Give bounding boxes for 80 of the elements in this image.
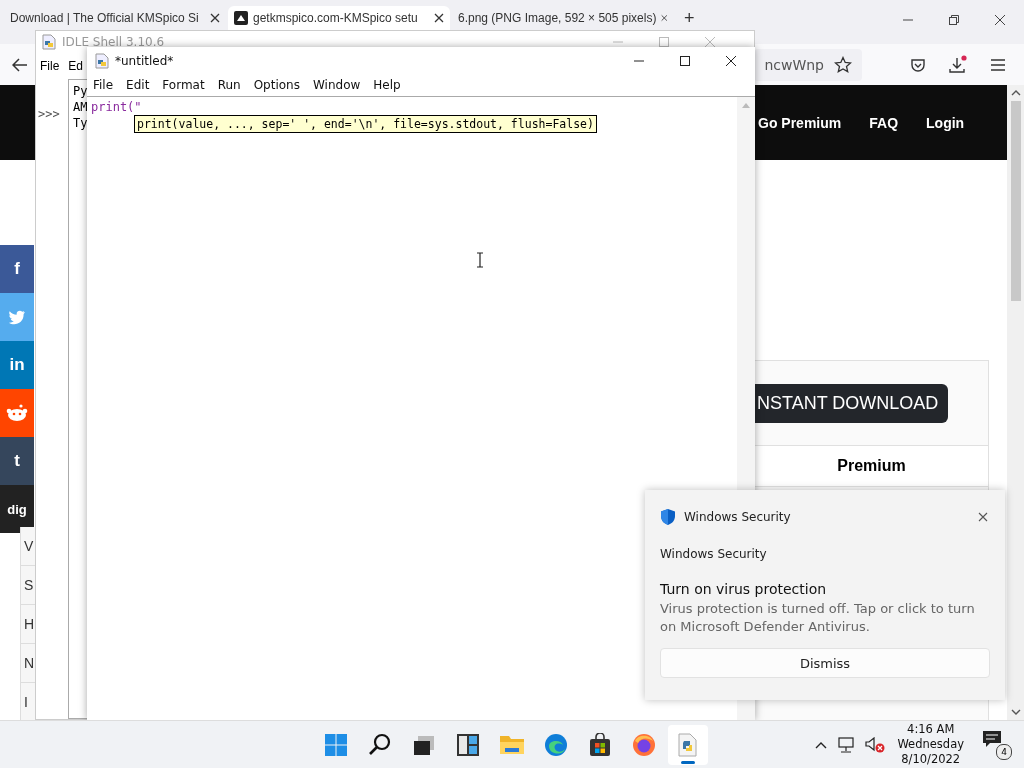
clock-time: 4:16 AM (907, 722, 955, 737)
share-button[interactable]: t (0, 437, 34, 485)
python-file-icon (42, 34, 56, 50)
star-icon[interactable] (834, 55, 852, 74)
window-title: IDLE Shell 3.10.6 (62, 35, 165, 49)
close-icon[interactable] (725, 54, 737, 67)
clock-date: 8/10/2022 (901, 752, 961, 767)
nav-link[interactable]: FAQ (869, 114, 899, 131)
output-line: Ty (73, 115, 88, 131)
menu-item[interactable]: Format (162, 78, 205, 92)
search-icon (368, 732, 392, 757)
favicon-icon (234, 11, 248, 25)
plan-name: Premium (755, 446, 988, 487)
chat-bubble-icon (982, 729, 1002, 748)
tab-title: getkmspico.com-KMSpico setu (253, 11, 419, 25)
share-button[interactable]: in (0, 341, 34, 389)
restore-icon[interactable] (948, 14, 960, 26)
scroll-down-icon[interactable] (1010, 708, 1021, 716)
new-tab-button[interactable]: + (676, 8, 703, 28)
network-icon[interactable] (837, 736, 856, 753)
menu-item[interactable]: Edit (126, 78, 150, 92)
menu-item[interactable]: File (40, 59, 60, 73)
notification-heading: Turn on virus protection (660, 581, 828, 597)
share-button[interactable]: f (0, 245, 34, 293)
dismiss-button[interactable]: Dismiss (660, 648, 990, 678)
scrollbar[interactable] (1007, 85, 1024, 720)
muted-speaker-icon[interactable] (865, 736, 886, 753)
tab-title: Download | The Official KMSpico Si (10, 11, 200, 25)
maximize-icon[interactable] (679, 54, 691, 67)
output-line: AM (73, 99, 88, 115)
address-bar[interactable]: ncwWnp (754, 48, 862, 81)
calltip: print(value, ..., sep=' ', end='\n', file=sys.stdout, flush=False) (134, 115, 597, 133)
text-cursor-icon (476, 252, 484, 268)
close-icon[interactable] (978, 512, 988, 522)
back-arrow-icon[interactable] (12, 57, 28, 72)
python-file-icon (95, 52, 109, 69)
notification-center-button[interactable]: 4 (982, 729, 1012, 760)
notification-count: 4 (996, 743, 1012, 760)
browser-tab[interactable]: getkmspico.com-KMSpico setu (228, 6, 450, 30)
browser-tab[interactable]: 6.png (PNG Image, 592 × 505 pixels) (452, 6, 674, 30)
browser-icon (544, 732, 568, 757)
close-icon[interactable] (994, 14, 1006, 26)
menu-item[interactable]: Window (312, 78, 361, 92)
shell-prompt: >>> (38, 107, 60, 121)
close-icon[interactable] (434, 13, 444, 23)
menu-item[interactable]: Options (253, 78, 300, 92)
notification-message: Virus protection is turned off. Tap or click to turn on Microsoft Defender Antivirus. (660, 600, 976, 636)
shopping-bag-icon (588, 732, 612, 757)
widgets-icon (456, 732, 480, 757)
chevron-up-icon[interactable] (815, 740, 828, 749)
notification-app-name: Windows Security (684, 510, 791, 524)
alien-head-icon (6, 404, 28, 422)
nav-link[interactable]: Go Premium (758, 114, 842, 131)
python-file-icon (676, 732, 700, 757)
tab-title: 6.png (PNG Image, 592 × 505 pixels) (458, 11, 657, 25)
bird-icon (8, 309, 26, 325)
share-button[interactable] (0, 389, 34, 437)
nav-link[interactable]: Login (926, 114, 965, 131)
browser-icon (632, 732, 656, 757)
clock-day: Wednesday (897, 737, 964, 752)
menu-item[interactable]: Run (217, 78, 241, 92)
share-button[interactable]: dig (0, 485, 34, 533)
scrollbar-thumb[interactable] (1010, 101, 1021, 301)
pocket-icon[interactable] (910, 56, 926, 73)
menu-item[interactable]: Ed (68, 59, 84, 73)
download-icon[interactable] (948, 54, 968, 75)
window-title: *untitled* (115, 53, 174, 68)
close-icon[interactable] (210, 13, 220, 23)
download-button[interactable]: NSTANT DOWNLOAD (755, 383, 949, 423)
clock[interactable]: 4:16 AM Wednesday 8/10/2022 (897, 722, 964, 767)
shield-icon (660, 508, 676, 526)
notification-source: Windows Security (660, 547, 768, 561)
menu-item[interactable]: File (93, 78, 114, 92)
output-line: Py (73, 83, 88, 99)
menu-icon[interactable] (990, 57, 1006, 72)
scroll-up-icon[interactable] (1010, 89, 1021, 97)
code-line: print(" (91, 99, 143, 115)
menu-item[interactable]: Help (373, 78, 401, 92)
browser-tab[interactable]: Download | The Official KMSpico Si (4, 6, 226, 30)
start-icon (324, 732, 348, 757)
